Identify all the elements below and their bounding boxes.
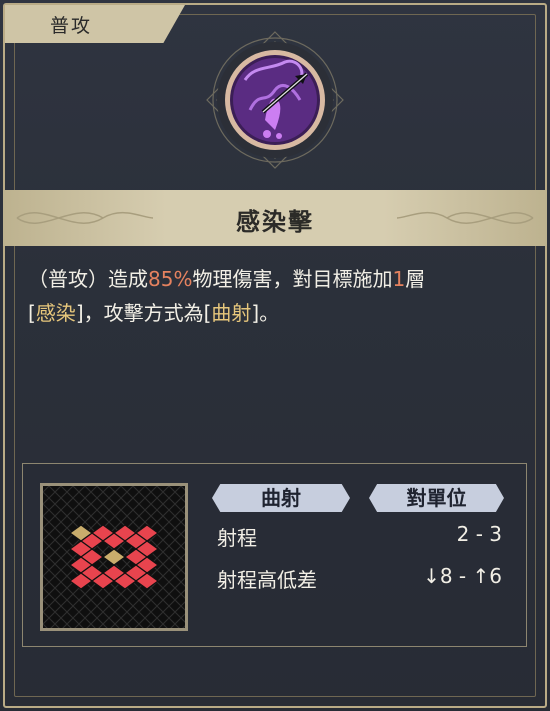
skill-name-banner: 感染擊 (3, 190, 547, 246)
height-diff-label: 射程高低差 (217, 568, 317, 592)
skill-type-tab[interactable] (5, 5, 185, 43)
range-value: 2 - 3 (456, 522, 502, 546)
range-label: 射程 (217, 526, 257, 550)
attack-type-badge: 曲射 (212, 484, 350, 512)
skill-name: 感染擊 (236, 208, 314, 236)
skill-card: 普攻 感染擊 （普攻）造成85%物理傷害，對目標施加1層 [感染]，攻擊方式為[… (0, 0, 550, 711)
attack-mode-keyword[interactable]: 曲射 (211, 301, 251, 325)
stack-count: 1 (392, 267, 406, 291)
range-diagram (43, 486, 185, 628)
skill-description: （普攻）造成85%物理傷害，對目標施加1層 [感染]，攻擊方式為[曲射]。 (28, 267, 426, 325)
status-keyword[interactable]: 感染 (36, 301, 76, 325)
skill-type-label: 普攻 (50, 15, 93, 37)
height-diff-value: ↓8 - ↑6 (423, 564, 502, 588)
target-type-badge: 對單位 (369, 484, 504, 512)
skill-emblem (206, 31, 344, 169)
range-grid (40, 483, 188, 631)
damage-percent: 85% (148, 267, 193, 291)
